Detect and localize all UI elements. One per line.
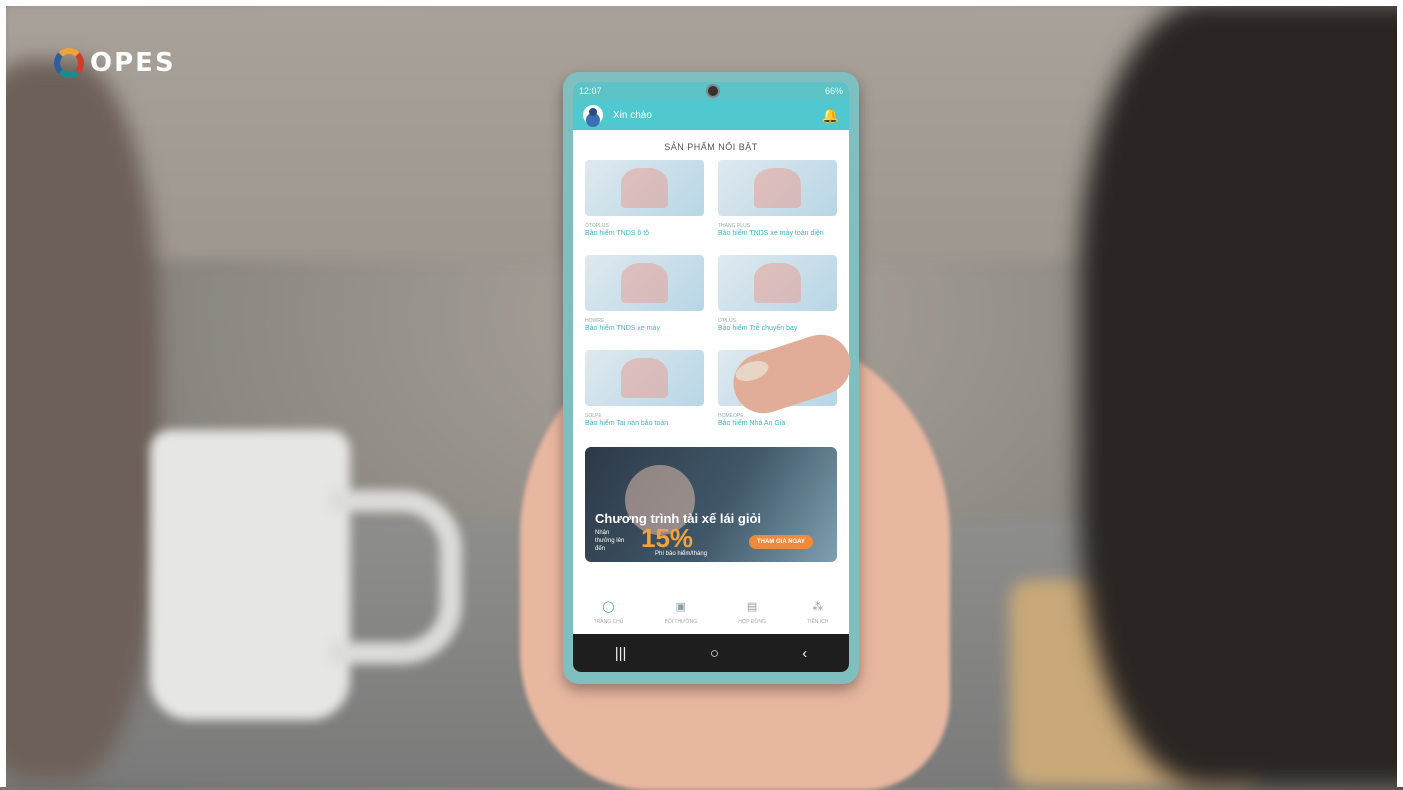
banner-percent: 15% xyxy=(641,523,694,553)
recent-apps-button[interactable]: ||| xyxy=(615,645,627,662)
product-name[interactable]: Bảo hiểm TNDS ô tô xyxy=(585,229,704,247)
product-name[interactable]: Bảo hiểm TNDS xe máy xyxy=(585,324,704,342)
background-mug-handle xyxy=(330,490,462,664)
join-now-button[interactable]: THAM GIA NGAY xyxy=(749,535,813,549)
product-image xyxy=(585,255,704,311)
tab-label: BỒI THƯỜNG xyxy=(664,618,698,625)
product-card[interactable]: HOWRE Bảo hiểm TNDS xe máy xyxy=(585,255,704,342)
contract-icon: ▤ xyxy=(746,600,758,613)
tab-claims[interactable]: ▣ BỒI THƯỜNG xyxy=(664,600,697,625)
background-person-left xyxy=(0,60,160,780)
status-bar: 12:07 66% xyxy=(573,82,849,100)
product-image xyxy=(718,160,837,216)
promo-banner[interactable]: Chương trình tài xế lái giỏi Nhận thưởng… xyxy=(585,447,837,562)
home-ring-icon: ◯ xyxy=(602,600,615,613)
tab-label: TIỆN ÍCH xyxy=(807,618,829,625)
bell-icon[interactable]: 🔔 xyxy=(822,107,839,124)
utility-icon: ⁂ xyxy=(812,600,824,613)
bottom-tab-bar: ◯ TRANG CHỦ ▣ BỒI THƯỜNG ▤ HỢP ĐỒNG ⁂ TI… xyxy=(573,590,849,634)
tab-utilities[interactable]: ⁂ TIỆN ÍCH xyxy=(807,600,828,625)
section-title: SẢN PHẨM NỔI BẬT xyxy=(664,142,758,152)
product-name[interactable]: Bảo hiểm Tai nạn bảo toàn xyxy=(585,419,704,437)
product-card[interactable]: THANG PLUS Bảo hiểm TNDS xe máy toàn diệ… xyxy=(718,160,837,247)
status-battery: 66% xyxy=(824,86,843,96)
product-image xyxy=(585,350,704,406)
logo-ring-icon xyxy=(54,48,84,78)
tab-label: HỢP ĐỒNG xyxy=(738,618,766,625)
product-card[interactable]: SOLPE Bảo hiểm Tai nạn bảo toàn xyxy=(585,350,704,437)
home-button[interactable]: ○ xyxy=(710,645,719,662)
product-name[interactable]: Bảo hiểm Nhà An Gia xyxy=(718,419,837,437)
background-person-right xyxy=(1080,0,1403,787)
claim-icon: ▣ xyxy=(675,600,686,613)
greeting: Xin chào xyxy=(613,109,652,121)
banner-subtitle: Nhận thưởng lên đến xyxy=(595,530,625,552)
product-name[interactable]: Bảo hiểm TNDS xe máy toàn diện xyxy=(718,229,837,247)
tab-contracts[interactable]: ▤ HỢP ĐỒNG xyxy=(738,600,766,625)
banner-note: Phí bảo hiểm/tháng xyxy=(655,551,708,557)
app-bar: Xin chào 🔔 xyxy=(573,100,849,130)
avatar[interactable] xyxy=(583,105,603,125)
tab-home[interactable]: ◯ TRANG CHỦ xyxy=(594,600,624,625)
back-button[interactable]: ‹ xyxy=(802,645,807,662)
camera-icon xyxy=(706,84,721,98)
android-nav-bar: ||| ○ ‹ xyxy=(573,634,849,672)
logo-text: OPES xyxy=(90,48,176,78)
product-image xyxy=(585,160,704,216)
tab-label: TRANG CHỦ xyxy=(593,618,624,625)
product-card[interactable]: O'PLUS Bảo hiểm Trễ chuyến bay xyxy=(718,255,837,342)
product-card[interactable]: OTOPLUS Bảo hiểm TNDS ô tô xyxy=(585,160,704,247)
opes-logo: OPES xyxy=(54,48,176,78)
status-time: 12:07 xyxy=(579,86,602,96)
background-mug xyxy=(150,430,350,720)
product-image xyxy=(718,255,837,311)
